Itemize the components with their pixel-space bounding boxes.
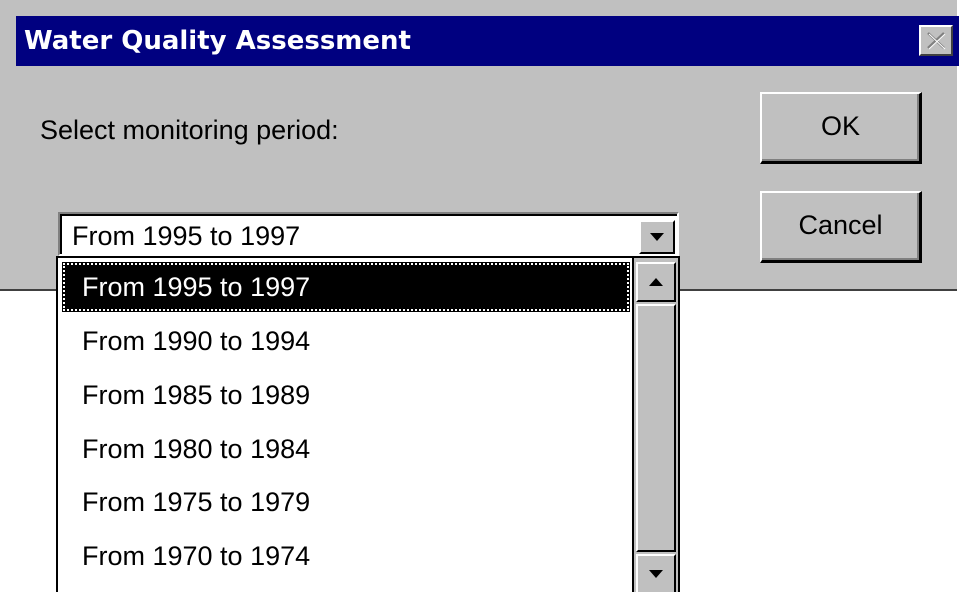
close-icon (927, 32, 946, 50)
combobox-frame: From 1995 to 1997 (60, 214, 677, 254)
chevron-down-icon (650, 233, 664, 241)
list-item[interactable]: From 1985 to 1989 (62, 370, 630, 420)
chevron-up-icon (649, 278, 663, 286)
list-item[interactable]: From 1970 to 1974 (62, 531, 630, 581)
ok-button[interactable]: OK (760, 92, 922, 164)
list-item[interactable]: From 1995 to 1997 (62, 262, 630, 312)
vertical-scrollbar[interactable] (632, 258, 678, 592)
period-dropdown-list: From 1995 to 1997 From 1990 to 1994 From… (56, 256, 680, 592)
scroll-down-button[interactable] (636, 554, 676, 592)
scroll-thumb[interactable] (636, 304, 676, 552)
combobox-dropdown-button[interactable] (639, 220, 675, 254)
list-item[interactable]: From 1990 to 1994 (62, 316, 630, 366)
title-bar[interactable]: Water Quality Assessment (16, 16, 959, 66)
combobox-selected-value: From 1995 to 1997 (72, 221, 301, 251)
cancel-button[interactable]: Cancel (760, 191, 922, 263)
list-item[interactable]: From 1975 to 1979 (62, 477, 630, 527)
monitoring-period-label: Select monitoring period: (40, 115, 339, 145)
screen: Water Quality Assessment Select monitori… (0, 0, 959, 592)
scroll-up-button[interactable] (636, 262, 676, 302)
chevron-down-icon (649, 570, 663, 578)
list-item[interactable]: From 1980 to 1984 (62, 424, 630, 474)
period-options: From 1995 to 1997 From 1990 to 1994 From… (58, 258, 634, 592)
close-button[interactable] (919, 25, 953, 56)
monitoring-period-combobox[interactable]: From 1995 to 1997 (58, 212, 679, 256)
window-title: Water Quality Assessment (24, 26, 411, 56)
dialog-window: Water Quality Assessment Select monitori… (0, 0, 959, 291)
